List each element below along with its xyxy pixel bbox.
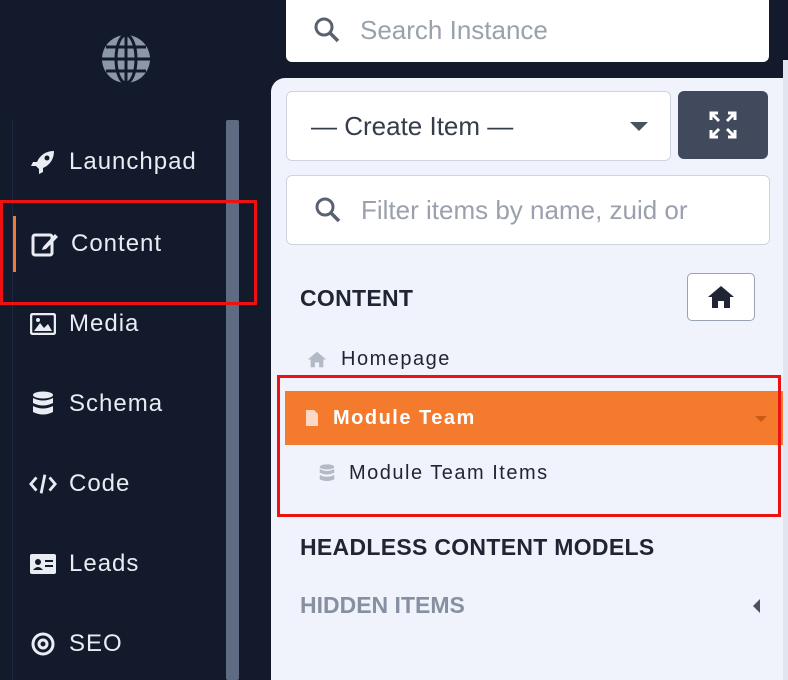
sidebar-item-launchpad[interactable]: Launchpad xyxy=(13,134,225,190)
tree-item-homepage[interactable]: Homepage xyxy=(307,348,451,371)
tree-item-label: Module Team xyxy=(333,406,476,429)
filter-items[interactable] xyxy=(286,175,770,245)
edit-icon xyxy=(31,230,59,258)
sidebar-item-label: Launchpad xyxy=(69,148,197,175)
chevron-down-icon[interactable] xyxy=(755,416,767,422)
sidebar-item-content[interactable]: Content xyxy=(13,216,225,272)
home-icon xyxy=(708,286,734,308)
sidebar-item-label: Media xyxy=(69,310,140,337)
sidebar-item-label: Code xyxy=(69,470,131,497)
sidebar: Launchpad Content Media Schema Code Lead… xyxy=(0,0,240,680)
create-item-select[interactable]: — Create Item — xyxy=(286,91,671,161)
search-input[interactable] xyxy=(358,13,742,47)
tree-item-label: Homepage xyxy=(341,348,451,370)
sidebar-item-schema[interactable]: Schema xyxy=(13,376,225,432)
rocket-icon xyxy=(29,148,57,176)
database-icon xyxy=(29,390,57,418)
sidebar-item-label: Content xyxy=(71,230,163,257)
id-card-icon xyxy=(29,550,57,578)
sidebar-item-media[interactable]: Media xyxy=(13,296,225,352)
tree-item-module-team-items[interactable]: Module Team Items xyxy=(319,462,549,485)
home-icon xyxy=(307,351,327,368)
sidebar-scrollbar[interactable] xyxy=(226,120,239,680)
expand-icon xyxy=(709,111,737,139)
sidebar-item-label: Schema xyxy=(69,390,164,417)
sidebar-item-label: SEO xyxy=(69,630,123,657)
target-icon xyxy=(29,630,57,658)
sidebar-item-label: Leads xyxy=(69,550,140,577)
tree-item-label: Module Team Items xyxy=(349,462,549,484)
chevron-left-icon xyxy=(753,598,760,613)
instance-search[interactable] xyxy=(286,0,769,62)
filter-input[interactable] xyxy=(359,193,763,227)
chevron-down-icon xyxy=(630,121,648,131)
create-item-label: — Create Item — xyxy=(311,110,514,141)
code-icon xyxy=(29,470,57,498)
sidebar-item-seo[interactable]: SEO xyxy=(13,616,225,672)
section-content-title: CONTENT xyxy=(300,285,414,311)
section-headless-title: HEADLESS CONTENT MODELS xyxy=(300,534,655,560)
image-icon xyxy=(29,310,57,338)
section-hidden-title: HIDDEN ITEMS xyxy=(300,592,465,618)
sidebar-nav: Launchpad Content Media Schema Code Lead… xyxy=(12,120,225,680)
file-icon xyxy=(305,409,319,427)
panel-divider xyxy=(783,60,788,680)
sidebar-item-leads[interactable]: Leads xyxy=(13,536,225,592)
sidebar-item-code[interactable]: Code xyxy=(13,456,225,512)
expand-button[interactable] xyxy=(678,91,768,159)
search-icon xyxy=(315,197,341,223)
content-panel: — Create Item — CONTENT Homepage Module … xyxy=(271,78,783,680)
search-icon xyxy=(314,17,340,43)
home-button[interactable] xyxy=(687,273,755,321)
database-icon xyxy=(319,464,335,483)
globe-icon[interactable] xyxy=(100,33,152,85)
tree-item-module-team[interactable]: Module Team xyxy=(285,391,783,445)
hidden-items-toggle[interactable]: HIDDEN ITEMS xyxy=(300,592,760,619)
